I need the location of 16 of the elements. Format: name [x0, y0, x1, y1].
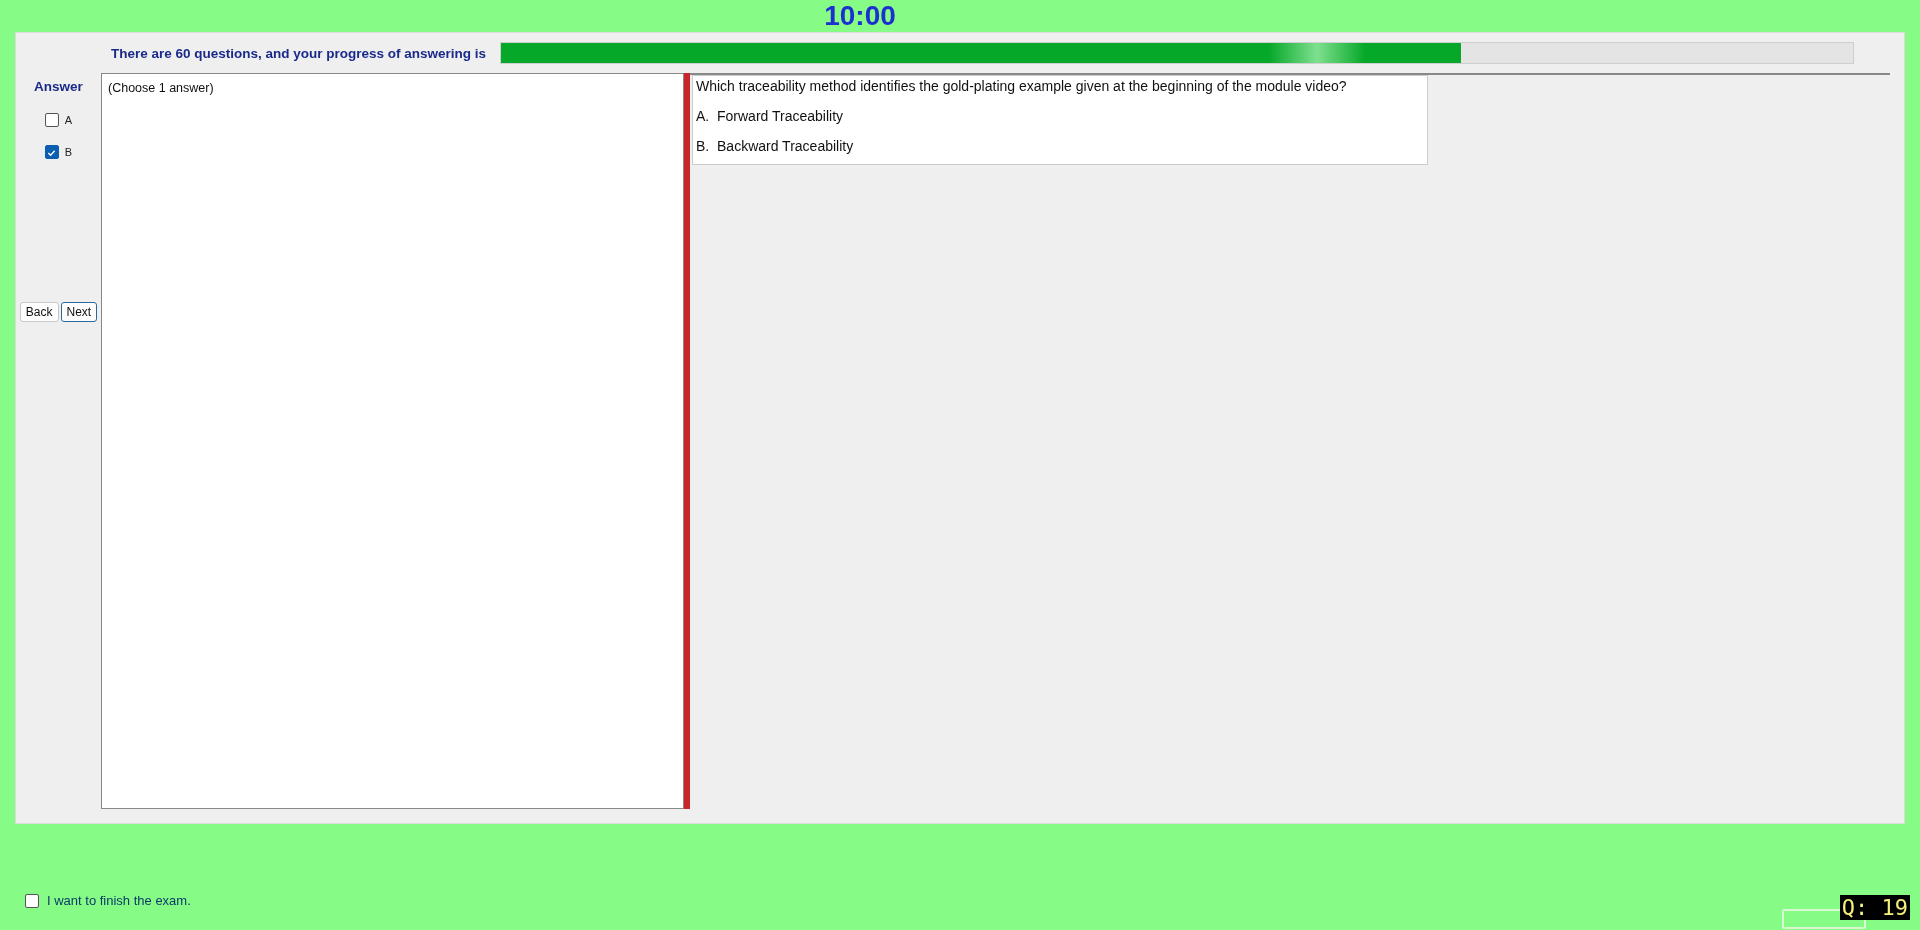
- answer-checkbox[interactable]: [44, 113, 59, 127]
- choice-text: B. Backward Traceability: [696, 138, 855, 154]
- choice-text: A. Forward Traceability: [696, 108, 845, 124]
- question-text: Which traceability method identifies the gold-plating example given at the beginning of the module video?: [696, 78, 1348, 94]
- question-number: Q: 19: [1839, 895, 1910, 920]
- back-button[interactable]: Back: [19, 302, 59, 322]
- finish-label: I want to finish the exam.: [47, 893, 191, 908]
- option-label: A: [64, 114, 73, 126]
- answer-hint: (Choose 1 answer): [108, 81, 214, 95]
- answer-checkbox[interactable]: [44, 145, 59, 159]
- finish-checkbox[interactable]: [25, 893, 39, 908]
- option-label: B: [64, 146, 73, 158]
- progress-label: There are 60 questions, and your progress of answering is: [111, 45, 487, 61]
- answer-title: Answer: [34, 79, 83, 94]
- next-button[interactable]: Next: [60, 302, 98, 322]
- countdown-timer: 10:00: [824, 0, 896, 32]
